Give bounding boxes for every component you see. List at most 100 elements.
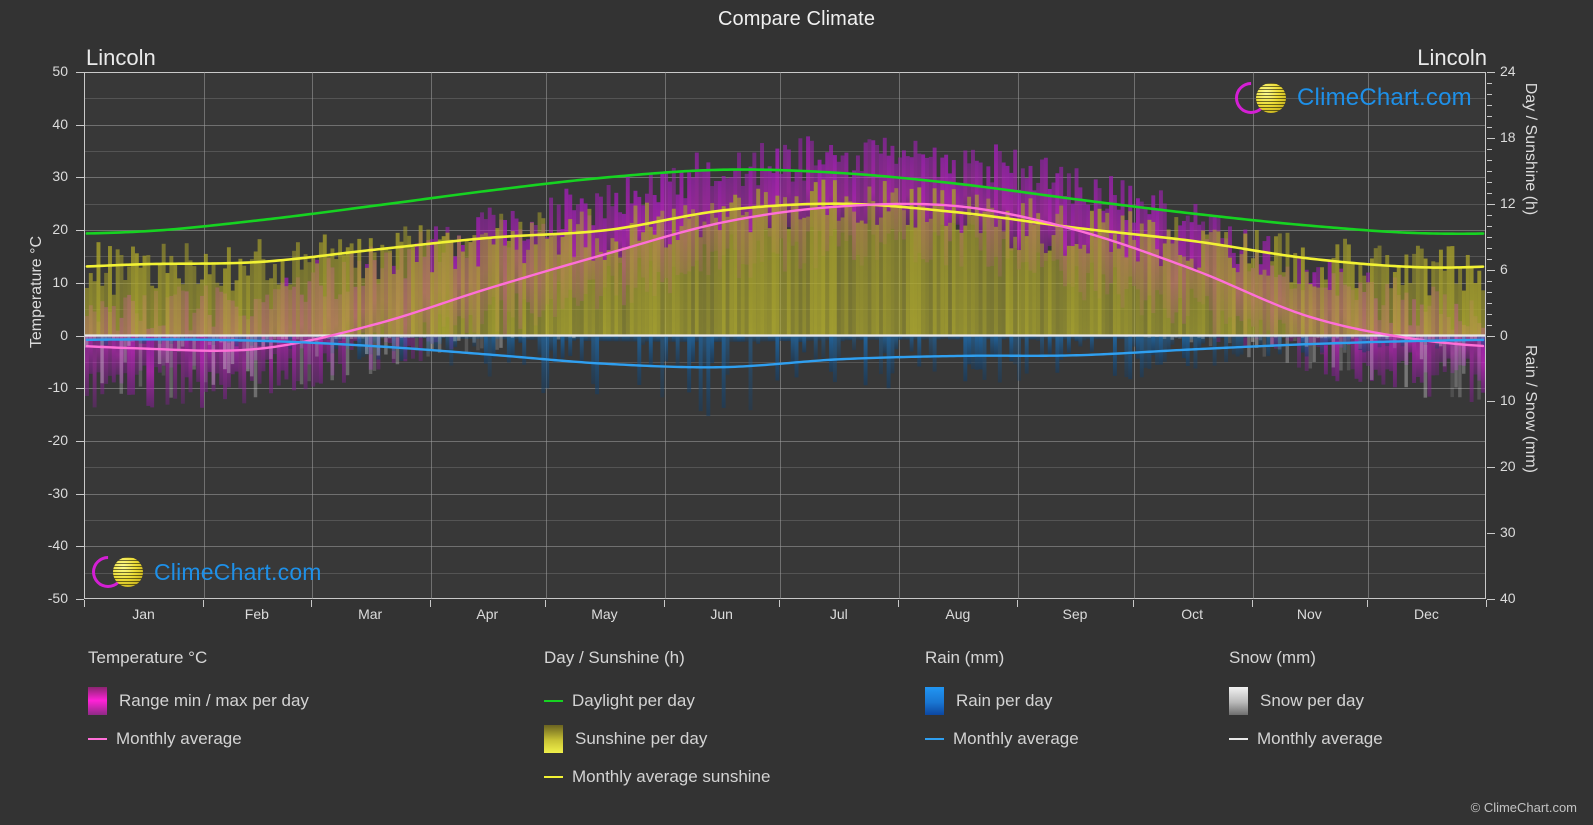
- sunshine-bar: [1063, 255, 1067, 336]
- y-axis-right-tick-mark: [1487, 72, 1495, 73]
- copyright-notice: © ClimeChart.com: [1470, 800, 1577, 815]
- rain-bar: [882, 335, 887, 354]
- y-axis-left-tick-mark: [76, 335, 84, 337]
- sunshine-bar: [729, 202, 734, 336]
- y-axis-right-minor-tick: [1487, 181, 1492, 183]
- sunshine-bar: [1450, 246, 1455, 336]
- y-axis-right-minor-tick: [1487, 93, 1492, 95]
- sunshine-bar: [971, 215, 975, 336]
- sunshine-bar: [1124, 257, 1129, 336]
- sunshine-bar: [353, 267, 358, 336]
- sunshine-bar: [1270, 261, 1275, 336]
- sunshine-bar: [506, 240, 511, 336]
- rain-bar: [794, 335, 799, 378]
- legend-item[interactable]: Sunshine per day: [544, 720, 770, 758]
- rain-bar: [691, 335, 695, 362]
- legend-line-icon: [544, 776, 563, 778]
- legend-item-label: Monthly average: [1257, 729, 1383, 748]
- y-axis-right-tick-mark: [1487, 599, 1495, 600]
- sunshine-bar: [111, 294, 116, 336]
- sunshine-bar: [430, 272, 435, 336]
- sunshine-bar: [1300, 247, 1305, 336]
- snow-bar: [180, 335, 185, 347]
- sunshine-bar: [157, 263, 162, 336]
- legend-item[interactable]: Range min / max per day: [88, 682, 309, 720]
- sunshine-bar: [1323, 279, 1328, 336]
- y-axis-right-minor-tick: [1487, 126, 1492, 128]
- legend-item[interactable]: Monthly average sunshine: [544, 758, 770, 796]
- sunshine-bar: [150, 285, 155, 336]
- x-axis-tick-label: Nov: [1296, 606, 1322, 622]
- temperature-range-bar: [1043, 157, 1048, 261]
- temperature-range-bar: [1009, 172, 1014, 252]
- rain-bar: [994, 335, 998, 358]
- sunshine-bar: [1082, 244, 1087, 336]
- sunshine-bar: [1005, 210, 1010, 336]
- rain-bar: [725, 335, 730, 375]
- sunshine-bar: [1116, 248, 1121, 336]
- legend-line-icon: [925, 738, 944, 740]
- sunshine-bar: [292, 250, 297, 336]
- sunshine-bar: [855, 222, 860, 336]
- legend-item-label: Monthly average: [953, 729, 1079, 748]
- legend-item[interactable]: Snow per day: [1229, 682, 1383, 720]
- sunshine-bar: [161, 243, 166, 336]
- legend-line-icon: [544, 700, 563, 702]
- temperature-range-bar: [767, 166, 772, 237]
- sunshine-bar: [552, 235, 557, 336]
- x-axis-tick-label: Apr: [476, 606, 499, 622]
- snow-bar: [368, 335, 373, 374]
- sunshine-bar: [476, 266, 481, 336]
- rain-bar: [836, 335, 841, 361]
- sunshine-bar: [1216, 231, 1221, 336]
- sunshine-bar: [1473, 283, 1478, 336]
- sunshine-bar: [349, 243, 354, 336]
- rain-bar: [687, 335, 692, 393]
- legend-item[interactable]: Monthly average: [1229, 720, 1383, 758]
- snow-bar: [1297, 335, 1301, 345]
- rain-bar: [664, 335, 669, 362]
- sunshine-bar: [886, 211, 891, 336]
- sunshine-bar: [269, 278, 274, 336]
- logo-sphere-icon: [113, 557, 143, 587]
- sunshine-bar: [1170, 243, 1175, 336]
- snow-bar: [480, 335, 484, 349]
- sunshine-bar: [242, 265, 247, 336]
- sunshine-bar: [579, 211, 584, 336]
- rain-bar: [997, 335, 1002, 383]
- rain-bar: [648, 335, 653, 366]
- sunshine-bar: [721, 206, 726, 336]
- sunshine-bar: [257, 239, 262, 336]
- rain-bar: [1239, 335, 1244, 355]
- sunshine-bar: [115, 249, 120, 336]
- sunshine-bar: [1247, 263, 1252, 336]
- logo-wordmark: ClimeChart.com: [154, 558, 322, 585]
- x-axis-tick-label: Mar: [358, 606, 383, 622]
- sunshine-bar: [196, 284, 201, 336]
- legend-item[interactable]: Monthly average: [925, 720, 1079, 758]
- snow-bar: [430, 335, 434, 350]
- x-axis-tick-label: May: [591, 606, 618, 622]
- legend-item[interactable]: Rain per day: [925, 682, 1079, 720]
- rain-bar: [1024, 335, 1029, 374]
- rain-bar: [1162, 335, 1167, 362]
- sunshine-bar: [1070, 246, 1075, 336]
- chart-plot-area: [84, 72, 1486, 599]
- legend-item[interactable]: Daylight per day: [544, 682, 770, 720]
- rain-bar: [702, 335, 707, 367]
- climechart-logo-bottom-left: ClimeChart.com: [85, 549, 322, 595]
- sunshine-bar: [901, 210, 906, 336]
- sunshine-bar: [898, 202, 903, 336]
- sunshine-bar: [1239, 254, 1244, 336]
- sunshine-bar: [1362, 275, 1367, 336]
- sunshine-bar: [1197, 267, 1202, 336]
- legend-item[interactable]: Monthly average: [88, 720, 309, 758]
- sunshine-bar: [211, 262, 216, 336]
- rain-bar: [894, 335, 899, 350]
- sunshine-bar: [226, 247, 231, 336]
- sunshine-bar: [875, 224, 880, 336]
- rain-bar: [552, 335, 557, 363]
- snow-bar: [138, 335, 143, 387]
- sunshine-bar: [1254, 230, 1259, 336]
- rain-bar: [1135, 335, 1140, 359]
